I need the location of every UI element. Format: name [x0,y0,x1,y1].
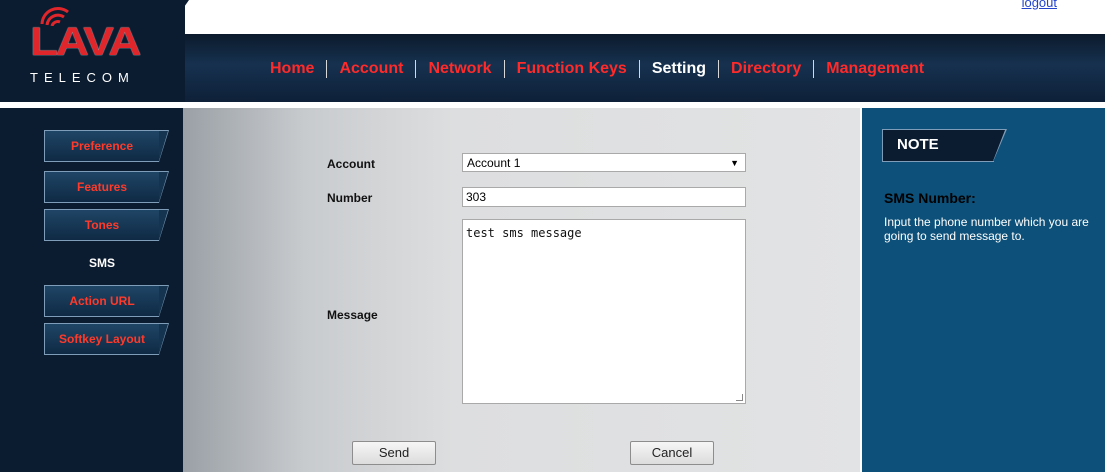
nav-divider [718,60,720,78]
message-textarea[interactable]: test sms message [462,219,746,404]
logo-area: LAVA TELECOM [0,0,185,102]
account-selected-value: Account 1 [467,156,521,170]
header-top-strip [170,0,1105,34]
sidebar-item-softkey-layout[interactable]: Softkey Layout [44,323,169,355]
nav-setting[interactable]: Setting [652,60,706,78]
logo-subtext: TELECOM [30,70,135,85]
message-label: Message [327,308,378,322]
nav-divider [326,60,328,78]
sidebar-item-label: Action URL [69,294,135,308]
number-input[interactable]: 303 [462,187,746,207]
resize-handle-icon[interactable] [736,394,743,401]
account-select[interactable]: Account 1 ▼ [462,153,746,172]
header: LAVA TELECOM logout Home Account Network… [0,0,1105,102]
main-nav: Home Account Network Function Keys Setti… [270,58,924,80]
sidebar-item-label: Softkey Layout [58,332,145,346]
number-label: Number [327,191,373,205]
nav-divider [503,60,505,78]
sidebar-item-label: SMS [88,256,115,270]
send-button[interactable]: Send [352,441,436,465]
logout-link[interactable]: logout [1022,0,1057,10]
logo-text: LAVA [30,20,141,64]
note-title: SMS Number: [884,190,976,206]
chevron-down-icon: ▼ [730,158,739,168]
logo-notch [165,0,189,34]
sidebar-item-sms[interactable]: SMS [44,247,159,279]
cancel-button[interactable]: Cancel [630,441,714,465]
note-tab-edge-fill [993,130,1005,161]
note-text: Input the phone number which you are goi… [884,215,1089,243]
sidebar-item-action-url[interactable]: Action URL [44,285,169,317]
sidebar-item-preference[interactable]: Preference [44,130,169,162]
account-label: Account [327,157,375,171]
nav-divider [813,60,815,78]
nav-divider [638,60,640,78]
sidebar-item-tones[interactable]: Tones [44,209,169,241]
nav-home[interactable]: Home [270,60,314,78]
note-tab: NOTE [882,129,994,162]
nav-directory[interactable]: Directory [731,60,801,78]
nav-function-keys[interactable]: Function Keys [517,60,627,78]
nav-management[interactable]: Management [826,60,924,78]
nav-network[interactable]: Network [428,60,491,78]
sidebar-item-label: Preference [70,139,134,153]
note-panel [862,108,1105,472]
sidebar-item-features[interactable]: Features [44,171,169,203]
message-text: test sms message [466,226,582,240]
sidebar-item-label: Tones [84,218,120,232]
sidebar-item-label: Features [76,180,128,194]
nav-account[interactable]: Account [339,60,403,78]
nav-divider [415,60,417,78]
